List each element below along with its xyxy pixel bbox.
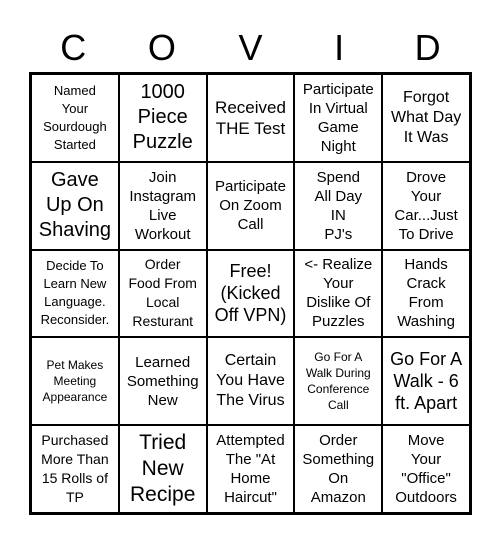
bingo-cell[interactable]: Forgot What Day It Was [382,74,470,162]
bingo-cell[interactable]: Pet Makes Meeting Appearance [31,337,119,426]
bingo-cell[interactable]: Go For A Walk - 6 ft. Apart [382,337,470,426]
bingo-cell[interactable]: Join Instagram Live Workout [118,161,207,250]
bingo-cell[interactable]: Participate On Zoom Call [206,161,295,250]
header-letter: C [60,27,87,68]
bingo-cell[interactable]: Named Your Sourdough Started [31,74,119,162]
header-letter: D [414,27,441,68]
bingo-cell[interactable]: Decide To Learn New Language. Reconsider… [31,249,119,338]
header-letter: I [334,27,345,68]
bingo-cell[interactable]: Purchased More Than 15 Rolls of TP [31,425,119,513]
free-space-cell[interactable]: Free! (Kicked Off VPN) [206,249,295,338]
bingo-cell[interactable]: Received THE Test [206,74,295,162]
bingo-cell[interactable]: Go For A Walk During Conference Call [294,337,383,426]
header-letter: O [147,27,176,68]
bingo-cell[interactable]: Gave Up On Shaving [31,161,119,250]
bingo-grid: Named Your Sourdough Started 1000 Piece … [29,72,472,515]
bingo-cell[interactable]: Hands Crack From Washing [382,249,470,338]
bingo-header: C O V I D [29,26,472,70]
bingo-cell[interactable]: Order Food From Local Resturant [118,249,207,338]
bingo-cell[interactable]: Move Your "Office" Outdoors [382,425,470,513]
bingo-cell[interactable]: Attempted The "At Home Haircut" [206,425,295,513]
bingo-cell[interactable]: Learned Something New [118,337,207,426]
header-letter: V [238,27,263,68]
bingo-cell[interactable]: Order Something On Amazon [294,425,383,513]
bingo-cell[interactable]: <- Realize Your Dislike Of Puzzles [294,249,383,338]
bingo-cell[interactable]: Certain You Have The Virus [206,337,295,426]
bingo-cell[interactable]: Drove Your Car...Just To Drive [382,161,470,250]
bingo-cell[interactable]: 1000 Piece Puzzle [118,74,207,162]
bingo-cell[interactable]: Tried New Recipe [118,425,207,513]
bingo-cell[interactable]: Participate In Virtual Game Night [294,74,383,162]
bingo-cell[interactable]: Spend All Day IN PJ's [294,161,383,250]
